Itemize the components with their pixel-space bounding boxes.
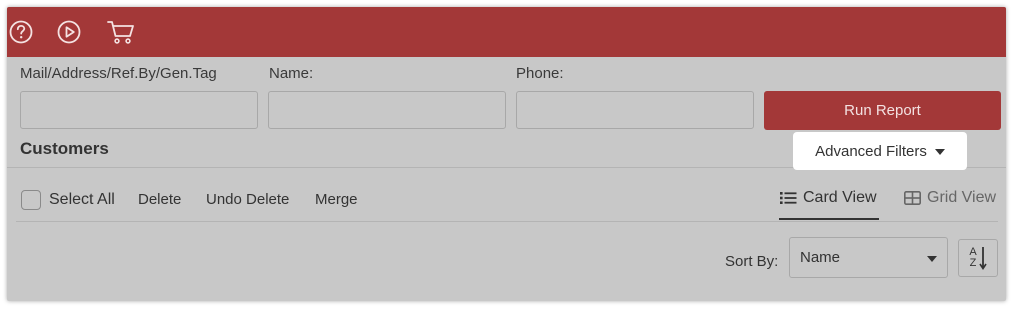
run-report-button[interactable]: Run Report <box>764 91 1001 130</box>
merge-button[interactable]: Merge <box>315 191 358 208</box>
customers-panel: Mail/Address/Ref.By/Gen.Tag Name: Phone:… <box>7 7 1006 301</box>
play-circle-icon[interactable] <box>56 19 82 45</box>
select-all-label: Select All <box>49 191 115 208</box>
toolbar-divider <box>16 221 998 222</box>
card-view-label: Card View <box>803 189 877 206</box>
tab-card-view[interactable]: Card View <box>780 189 877 207</box>
sort-az-icon: A Z <box>969 246 987 270</box>
active-tab-indicator <box>779 218 879 220</box>
list-icon <box>780 192 797 204</box>
sort-by-select[interactable]: Name <box>789 237 948 278</box>
select-all-checkbox[interactable]: Select All <box>21 190 115 210</box>
shopping-cart-icon[interactable] <box>106 19 136 45</box>
sort-by-label: Sort By: <box>725 253 779 270</box>
chevron-down-icon <box>927 255 937 262</box>
phone-input[interactable] <box>516 91 754 129</box>
tab-grid-view[interactable]: Grid View <box>904 189 996 207</box>
arrow-down-icon <box>979 247 987 270</box>
mail-address-input[interactable] <box>20 91 258 129</box>
grid-icon <box>904 191 921 205</box>
name-label: Name: <box>269 65 314 82</box>
undo-delete-button[interactable]: Undo Delete <box>206 191 289 208</box>
phone-label: Phone: <box>516 65 564 82</box>
advanced-filters-button[interactable]: Advanced Filters <box>793 132 967 170</box>
grid-view-label: Grid View <box>927 189 997 206</box>
delete-button[interactable]: Delete <box>138 191 181 208</box>
sort-direction-button[interactable]: A Z <box>958 239 998 277</box>
top-bar <box>7 7 1006 57</box>
checkbox-box[interactable] <box>21 190 41 210</box>
help-circle-icon[interactable] <box>8 19 34 45</box>
advanced-filters-label: Advanced Filters <box>815 142 927 160</box>
sort-glyph-z: Z <box>969 257 977 269</box>
caret-down-icon <box>934 149 945 155</box>
name-input[interactable] <box>268 91 506 129</box>
page-title: Customers <box>20 139 109 158</box>
sort-by-value: Name <box>800 249 841 266</box>
mail-address-label: Mail/Address/Ref.By/Gen.Tag <box>20 65 217 82</box>
